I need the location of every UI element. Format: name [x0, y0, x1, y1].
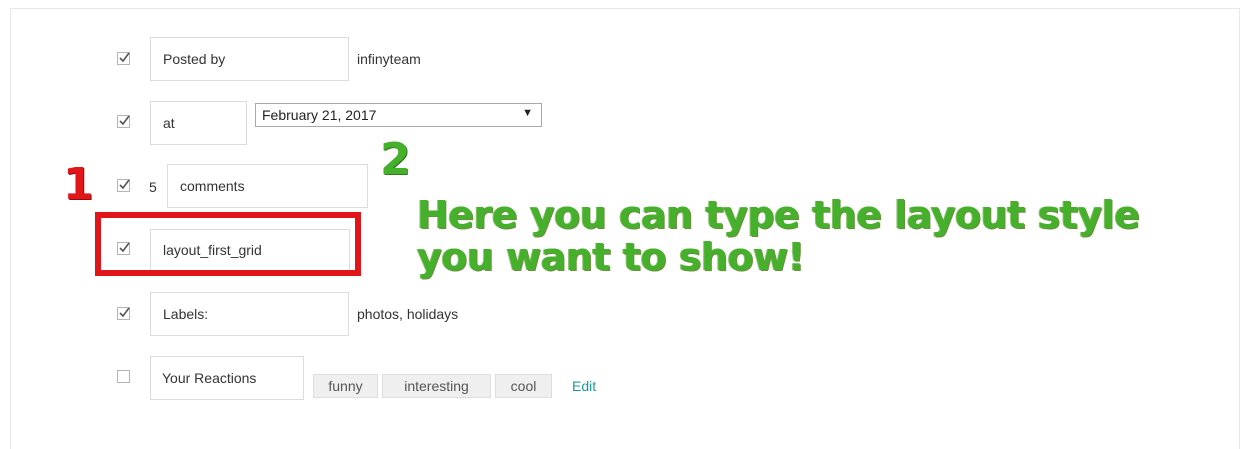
- reaction-tag-cool[interactable]: cool: [495, 374, 552, 398]
- dropdown-arrow-icon: ▼: [522, 107, 533, 119]
- checkmark-icon: [119, 179, 130, 190]
- labels-checkbox[interactable]: [117, 307, 130, 320]
- annotation-marker-2: 2: [380, 134, 411, 185]
- date-select[interactable]: February 21, 2017 ▼: [255, 103, 542, 127]
- at-field[interactable]: at: [150, 101, 247, 145]
- reaction-tag-funny[interactable]: funny: [313, 374, 378, 398]
- edit-reactions-link[interactable]: Edit: [572, 378, 596, 394]
- reactions-checkbox[interactable]: [117, 370, 130, 383]
- date-select-value: February 21, 2017: [262, 107, 377, 123]
- posted-by-field[interactable]: Posted by: [150, 37, 349, 81]
- author-name: infinyteam: [357, 51, 421, 67]
- comments-checkbox[interactable]: [117, 179, 130, 192]
- checkmark-icon: [119, 307, 130, 318]
- annotation-marker-1: 1: [63, 159, 94, 210]
- at-checkbox[interactable]: [117, 115, 130, 128]
- annotation-hint-text: Here you can type the layout style you w…: [417, 193, 1140, 279]
- labels-field[interactable]: Labels:: [150, 292, 349, 336]
- label-values: photos, holidays: [357, 306, 459, 322]
- reactions-field[interactable]: Your Reactions: [150, 356, 304, 400]
- layout-field-highlight: [95, 212, 361, 276]
- comment-count: 5: [149, 179, 157, 195]
- posted-by-checkbox[interactable]: [117, 52, 130, 65]
- reaction-tag-interesting[interactable]: interesting: [382, 374, 491, 398]
- checkmark-icon: [119, 52, 130, 63]
- comments-field[interactable]: comments: [167, 164, 368, 208]
- checkmark-icon: [119, 115, 130, 126]
